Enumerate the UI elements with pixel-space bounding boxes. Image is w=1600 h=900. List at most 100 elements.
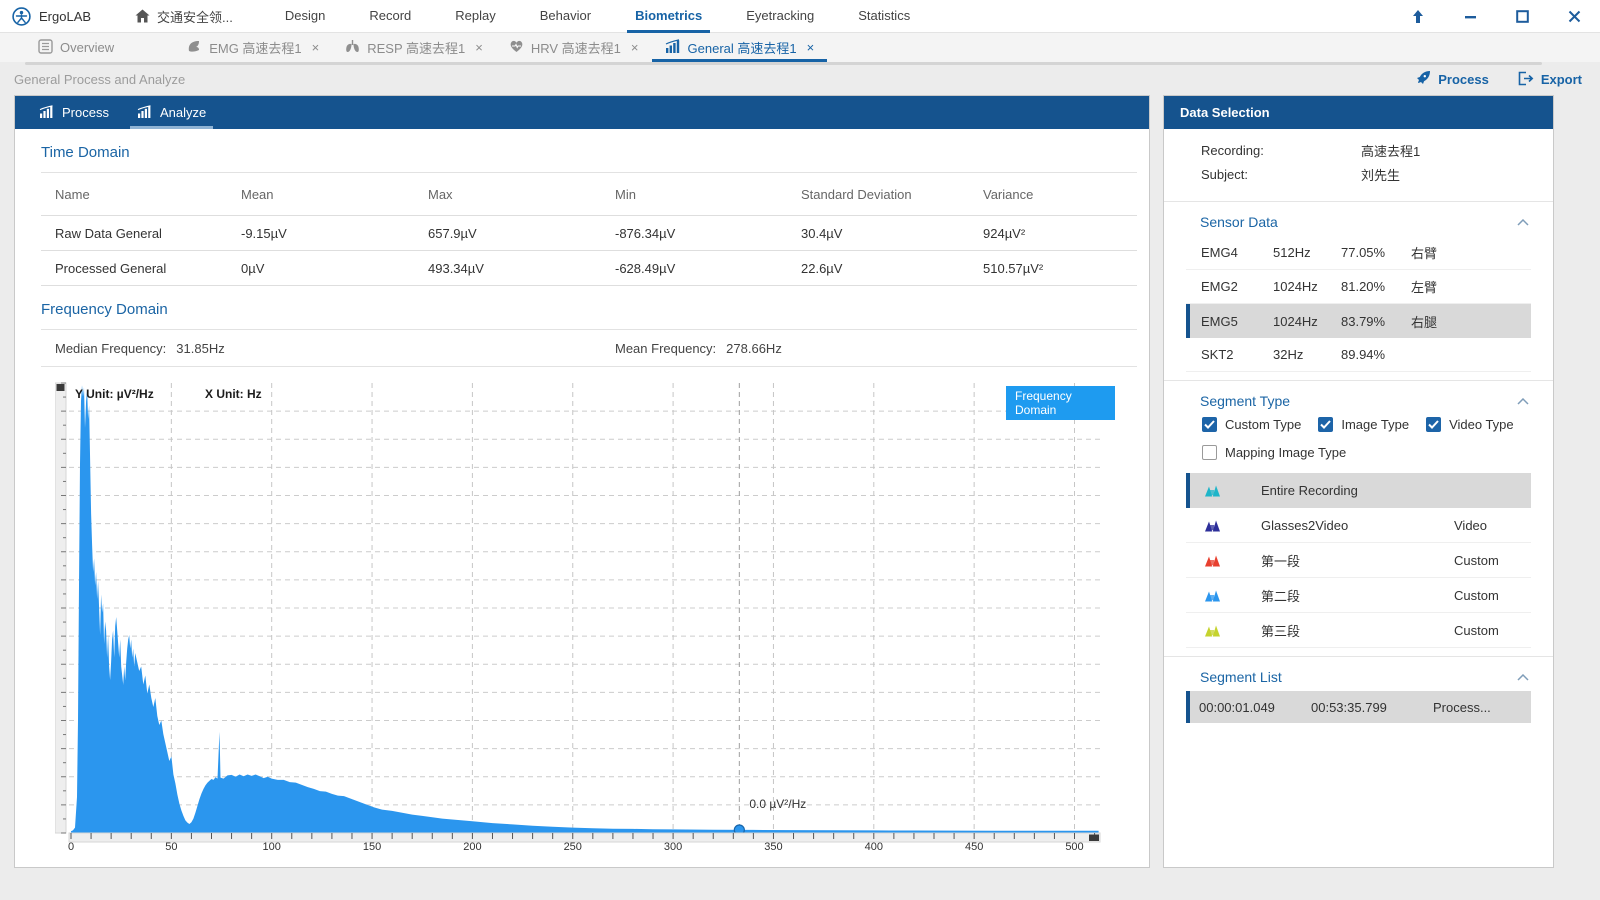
- menu-item-replay[interactable]: Replay: [433, 0, 517, 33]
- sensor-data-title: Sensor Data: [1200, 214, 1278, 230]
- segment-item-item[interactable]: 第二段Custom: [1186, 578, 1531, 613]
- white-chart-icon: [39, 105, 54, 121]
- checkbox-image-type[interactable]: Image Type: [1318, 417, 1409, 432]
- view-tab-label: Analyze: [160, 105, 206, 120]
- ergolab-logo-icon: [12, 7, 31, 26]
- tab-close-icon[interactable]: ×: [312, 40, 320, 55]
- segment-time-row[interactable]: 00:00:01.04900:53:35.799Process...: [1186, 691, 1531, 723]
- doc-tab-hrv-1[interactable]: HRV 高速去程1 ×: [496, 33, 652, 62]
- tab-close-icon[interactable]: ×: [807, 40, 815, 55]
- chevron-up-icon[interactable]: [1517, 398, 1529, 405]
- menu-item-label: Biometrics: [635, 8, 702, 23]
- minimize-button[interactable]: [1444, 0, 1496, 33]
- sensor-name: SKT2: [1201, 347, 1273, 362]
- menu-item-statistics[interactable]: Statistics: [836, 0, 932, 33]
- column-header-name: Name: [55, 187, 241, 202]
- table-cell: 493.34µV: [428, 261, 615, 276]
- checkbox-mapping-image-type[interactable]: Mapping Image Type: [1202, 445, 1346, 460]
- publish-arrow-button[interactable]: [1392, 0, 1444, 33]
- main-menu: Design Record Replay Behavior Biometrics Eyet…: [263, 0, 932, 33]
- recording-row: Recording: 高速去程1: [1201, 138, 1533, 162]
- view-tab-label: Process: [62, 105, 109, 120]
- window-controls: [1392, 0, 1600, 33]
- checkbox-row: Custom Type Image Type Video Type: [1202, 417, 1553, 432]
- segment-type: Custom: [1454, 623, 1531, 638]
- tab-close-icon[interactable]: ×: [631, 40, 639, 55]
- subject-value: 刘先生: [1361, 165, 1400, 184]
- selected-indicator-bar: [1186, 691, 1190, 723]
- menu-item-label: Behavior: [540, 8, 591, 23]
- tabbar-scrollbar[interactable]: [25, 62, 1542, 65]
- white-chart-icon: [137, 105, 152, 121]
- sensor-row-emg5[interactable]: EMG51024Hz83.79%右腿: [1186, 304, 1531, 338]
- doc-tab-emg-1[interactable]: EMG 高速去程1 ×: [173, 33, 332, 62]
- segment-type-section-header[interactable]: Segment Type: [1200, 393, 1529, 409]
- project-tab[interactable]: 交通安全领...: [135, 7, 233, 26]
- segment-label: 第二段: [1261, 586, 1454, 605]
- segment-list-section-header[interactable]: Segment List: [1200, 669, 1529, 685]
- checkbox-unchecked-icon[interactable]: [1202, 445, 1217, 460]
- action-label: Process: [1438, 72, 1489, 87]
- doc-tab-label: HRV 高速去程1: [531, 38, 621, 57]
- app-name: ErgoLAB: [39, 9, 91, 24]
- checkbox-video-type[interactable]: Video Type: [1426, 417, 1514, 432]
- view-tab-process[interactable]: Process: [25, 96, 123, 129]
- segment-item-entire-recording[interactable]: Entire Recording: [1186, 473, 1531, 508]
- process-button[interactable]: Process: [1415, 70, 1489, 89]
- recording-info: Recording: 高速去程1 Subject: 刘先生: [1164, 129, 1553, 193]
- segment-label: 第三段: [1261, 621, 1454, 640]
- segment-item-item[interactable]: 第一段Custom: [1186, 543, 1531, 578]
- segment-item-item[interactable]: 第三段Custom: [1186, 613, 1531, 648]
- checkbox-checked-icon[interactable]: [1202, 417, 1217, 432]
- sensor-row-emg4[interactable]: EMG4512Hz77.05%右臂: [1186, 236, 1531, 270]
- sensor-row-emg2[interactable]: EMG21024Hz81.20%左臂: [1186, 270, 1531, 304]
- menu-item-behavior[interactable]: Behavior: [518, 0, 613, 33]
- export-icon: [1517, 71, 1534, 89]
- checkbox-custom-type[interactable]: Custom Type: [1202, 417, 1301, 432]
- menu-item-eyetracking[interactable]: Eyetracking: [724, 0, 836, 33]
- sensor-row-skt2[interactable]: SKT232Hz89.94%: [1186, 338, 1531, 372]
- sensor-name: EMG2: [1201, 279, 1273, 294]
- segment-item-glasses2video[interactable]: Glasses2VideoVideo: [1186, 508, 1531, 543]
- doc-tab-label: EMG 高速去程1: [209, 38, 301, 57]
- checkbox-checked-icon[interactable]: [1426, 417, 1441, 432]
- frequency-spectrum-chart[interactable]: Y Unit: µV²/Hz X Unit: Hz Frequency Doma…: [55, 379, 1115, 865]
- tab-close-icon[interactable]: ×: [475, 40, 483, 55]
- close-button[interactable]: [1548, 0, 1600, 33]
- doc-tab-overview[interactable]: Overview: [25, 33, 127, 62]
- menu-item-design[interactable]: Design: [263, 0, 347, 33]
- x-tick-label: 350: [756, 841, 790, 853]
- x-tick-label: 150: [355, 841, 389, 853]
- sensor-location: 右腿: [1411, 312, 1531, 331]
- segment-end-time: 00:53:35.799: [1311, 700, 1433, 715]
- doc-tab-general-1[interactable]: General 高速去程1 ×: [652, 33, 828, 62]
- doc-tab-label: General 高速去程1: [688, 38, 797, 57]
- doc-tab-label: RESP 高速去程1: [367, 38, 465, 57]
- subject-label: Subject:: [1201, 167, 1361, 182]
- checkbox-checked-icon[interactable]: [1318, 417, 1333, 432]
- chevron-up-icon[interactable]: [1517, 219, 1529, 226]
- sensor-name: EMG4: [1201, 245, 1273, 260]
- divider: [1164, 656, 1553, 657]
- rocket-icon: [1415, 70, 1431, 89]
- view-tab-analyze[interactable]: Analyze: [123, 96, 220, 129]
- x-tick-label: 400: [857, 841, 891, 853]
- doc-tab-resp-1[interactable]: RESP 高速去程1 ×: [332, 33, 496, 62]
- sensor-rate: 1024Hz: [1273, 314, 1341, 329]
- sensor-rate: 512Hz: [1273, 245, 1341, 260]
- menu-item-biometrics[interactable]: Biometrics: [613, 0, 724, 33]
- menu-item-label: Record: [369, 8, 411, 23]
- hrv-heart-icon: [509, 39, 524, 56]
- chevron-up-icon[interactable]: [1517, 674, 1529, 681]
- maximize-button[interactable]: [1496, 0, 1548, 33]
- x-tick-label: 0: [54, 841, 88, 853]
- menu-item-record[interactable]: Record: [347, 0, 433, 33]
- table-cell: -9.15µV: [241, 226, 428, 241]
- segment-start-time: 00:00:01.049: [1199, 700, 1311, 715]
- x-tick-label: 300: [656, 841, 690, 853]
- export-button[interactable]: Export: [1517, 70, 1582, 89]
- selected-indicator-bar: [1186, 304, 1190, 338]
- median-frequency-label: Median Frequency:: [55, 341, 166, 356]
- sensor-data-section-header[interactable]: Sensor Data: [1200, 214, 1529, 230]
- x-tick-label: 500: [1058, 841, 1092, 853]
